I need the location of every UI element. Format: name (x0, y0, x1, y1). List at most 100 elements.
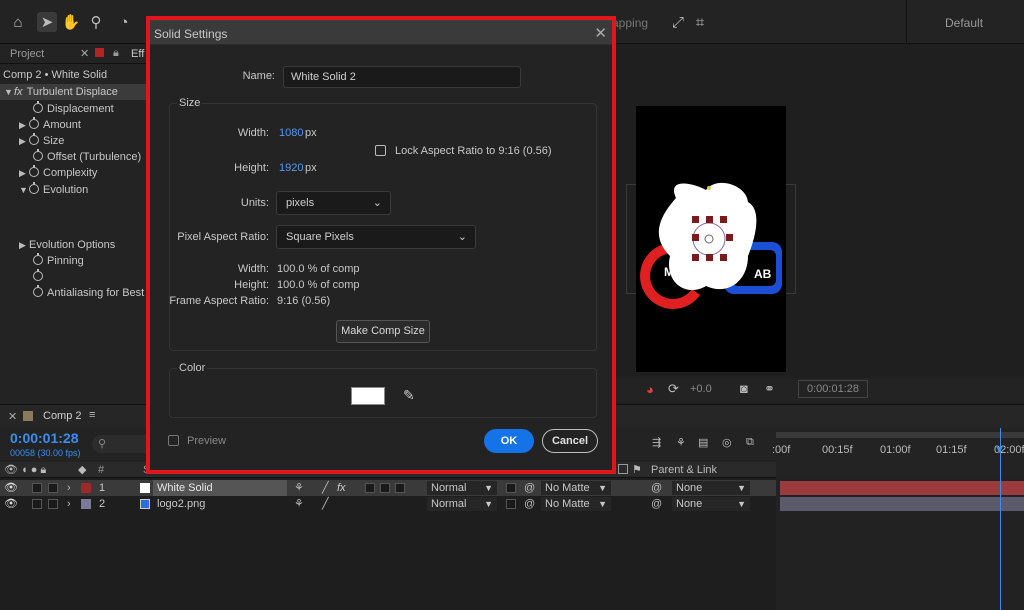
visibility-icon[interactable]: 👁︎ (4, 496, 18, 512)
fx-icon[interactable]: fx (14, 86, 23, 98)
work-area-bar[interactable] (776, 432, 1024, 438)
stopwatch-icon[interactable] (33, 101, 43, 113)
name-input[interactable]: White Solid 2 (283, 66, 521, 88)
lock-icon[interactable]: 🔒︎ (113, 47, 119, 60)
layer-name[interactable]: White Solid (153, 480, 287, 496)
twirl-closed-icon[interactable]: › (67, 496, 71, 512)
camera-tool-icon[interactable]: ◔ (114, 12, 134, 32)
switch-box[interactable] (395, 483, 405, 493)
time-ruler[interactable]: :00f 00:15f 01:00f 01:15f 02:00f ▼ (772, 428, 1024, 478)
tab-project[interactable]: Project (10, 48, 44, 60)
layer-bar-2[interactable] (780, 497, 1024, 511)
property-antialiasing[interactable]: Antialiasing for Best C (33, 285, 155, 301)
frame-blend-icon[interactable]: ▤ (698, 436, 708, 449)
workspace-switcher[interactable]: Default (906, 0, 1024, 44)
color-swatch[interactable] (351, 387, 385, 405)
stopwatch-icon[interactable] (29, 165, 39, 177)
ok-button[interactable]: OK (484, 429, 534, 453)
property-complexity[interactable]: ▶ Complexity (19, 165, 97, 181)
property-offset[interactable]: Offset (Turbulence) (33, 149, 141, 165)
tab-comp2[interactable]: Comp 2 (43, 410, 82, 422)
lock-aspect-checkbox[interactable] (375, 145, 386, 156)
make-comp-size-button[interactable]: Make Comp Size (336, 320, 430, 343)
tab-effect-controls[interactable]: Eff (131, 48, 144, 60)
property-displacement[interactable]: Displacement (33, 101, 114, 117)
twirl-closed-icon[interactable]: ▶ (19, 117, 29, 133)
snapshot-icon[interactable]: ◙ (740, 381, 748, 396)
layer-row-1[interactable]: 👁︎ › 1 White Solid ⚘ ╱ fx Normal ▼ @ No M… (0, 480, 776, 496)
shy-switch-icon[interactable]: ⚘ (294, 480, 304, 496)
stopwatch-icon[interactable] (33, 285, 43, 297)
cancel-button[interactable]: Cancel (542, 429, 598, 453)
layer-label-color[interactable] (81, 499, 91, 509)
quality-switch-icon[interactable]: ╱ (322, 496, 329, 512)
track-matte-select[interactable]: No Matte ▼ (541, 481, 611, 495)
layer-bar-1[interactable] (780, 481, 1024, 495)
pick-whip-icon[interactable]: @ (651, 496, 662, 512)
show-snapshot-icon[interactable]: ⚭ (764, 381, 775, 397)
units-select[interactable]: pixels ⌄ (276, 191, 391, 215)
exposure-icon[interactable]: ⟳ (668, 381, 679, 397)
stopwatch-icon[interactable] (29, 182, 39, 194)
height-value[interactable]: 1920 (279, 162, 303, 174)
property-evolution[interactable]: ▼ Evolution (19, 182, 88, 198)
close-tab-icon[interactable]: ✕ (8, 410, 17, 423)
grid-icon[interactable]: ⌗ (690, 12, 710, 32)
compositions-flowchart-icon[interactable]: ⇶ (652, 436, 661, 449)
motion-blur-icon[interactable]: ◎ (722, 436, 732, 449)
shy-switch-icon[interactable]: ⚘ (294, 496, 304, 512)
switch-box[interactable] (365, 483, 375, 493)
close-icon[interactable]: ✕ (594, 24, 607, 42)
snap-icon[interactable]: ⤢ (668, 12, 688, 32)
viewer-timecode[interactable]: 0:00:01:28 (798, 380, 868, 398)
track-matte-select[interactable]: No Matte ▼ (541, 497, 611, 511)
stopwatch-icon[interactable] (29, 133, 39, 145)
preview-checkbox[interactable] (168, 435, 179, 446)
layer-label-color[interactable] (81, 483, 91, 493)
home-icon[interactable]: ⌂ (8, 12, 28, 32)
visibility-icon[interactable]: 👁︎ (4, 480, 18, 496)
color-wheel-icon[interactable]: ◕ (646, 382, 654, 397)
property-unnamed[interactable] (33, 269, 47, 285)
solo-toggle[interactable] (32, 499, 42, 509)
lock-toggle[interactable] (48, 499, 58, 509)
effects-switch-icon[interactable]: fx (337, 480, 346, 496)
twirl-open-icon[interactable]: ▼ (4, 84, 14, 100)
blend-mode-select[interactable]: Normal ▼ (427, 497, 497, 511)
shy-icon[interactable]: ⚘ (676, 436, 686, 449)
property-size[interactable]: ▶ Size (19, 133, 64, 149)
property-evolution-options[interactable]: ▶ Evolution Options (19, 237, 115, 253)
panel-menu-icon[interactable]: ≡ (89, 409, 95, 421)
parent-select[interactable]: None ▼ (672, 497, 750, 511)
stopwatch-icon[interactable] (33, 269, 43, 281)
blend-mode-select[interactable]: Normal ▼ (427, 481, 497, 495)
pixel-aspect-select[interactable]: Square Pixels ⌄ (276, 225, 476, 249)
layer-name[interactable]: logo2.png (157, 496, 205, 512)
selection-tool-icon[interactable]: ➤ (37, 12, 57, 32)
twirl-closed-icon[interactable]: ▶ (19, 165, 29, 181)
exposure-value[interactable]: +0.0 (690, 383, 712, 395)
current-timecode[interactable]: 0:00:01:28 (10, 430, 79, 446)
lock-toggle[interactable] (48, 483, 58, 493)
stopwatch-icon[interactable] (33, 253, 43, 265)
effect-row-turbulent-displace[interactable]: ▼fx Turbulent Displace (0, 84, 148, 100)
zoom-tool-icon[interactable]: ⚲ (86, 12, 106, 32)
stopwatch-icon[interactable] (33, 149, 43, 161)
composition-canvas[interactable]: M AB (636, 106, 786, 372)
parent-select[interactable]: None ▼ (672, 481, 750, 495)
twirl-closed-icon[interactable]: › (67, 480, 71, 496)
stopwatch-icon[interactable] (29, 117, 39, 129)
property-pinning[interactable]: Pinning (33, 253, 84, 269)
graph-editor-icon[interactable]: ⧉ (746, 436, 754, 449)
quality-switch-icon[interactable]: ╱ (322, 480, 329, 496)
layer-row-2[interactable]: 👁︎ › 2 logo2.png ⚘ ╱ Normal ▼ @ No Matte ▼… (0, 496, 776, 512)
switch-box[interactable] (380, 483, 390, 493)
twirl-closed-icon[interactable]: ▶ (19, 237, 29, 253)
twirl-closed-icon[interactable]: ▶ (19, 133, 29, 149)
eyedropper-icon[interactable]: ✎ (403, 387, 415, 404)
property-amount[interactable]: ▶ Amount (19, 117, 81, 133)
preserve-transparency-toggle[interactable] (506, 499, 516, 509)
close-tab-icon[interactable]: ✕ (80, 47, 89, 60)
pick-whip-icon[interactable]: @ (651, 480, 662, 496)
hand-tool-icon[interactable]: ✋ (61, 12, 81, 32)
